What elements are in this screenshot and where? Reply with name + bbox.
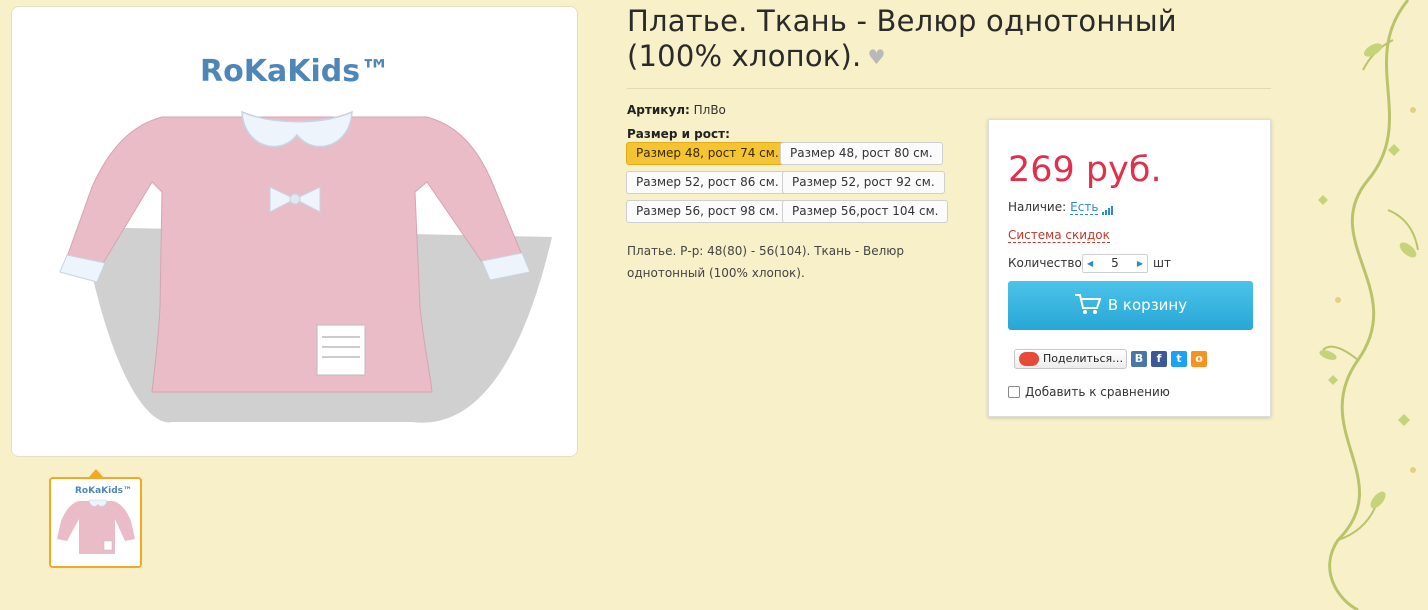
thumbnail-image[interactable]: RoKaKids™ xyxy=(49,477,142,568)
add-to-cart-button[interactable]: В корзину xyxy=(1008,281,1253,330)
share-icon xyxy=(1019,352,1039,366)
brand-logo: RoKaKids™ xyxy=(200,54,390,89)
product-title: Платье. Ткань - Велюр однотонный (100% х… xyxy=(627,4,1267,75)
stock-value[interactable]: Есть xyxy=(1070,200,1099,215)
sku-label: Артикул: xyxy=(627,103,690,117)
product-description: Платье. Р-р: 48(80) - 56(104). Ткань - В… xyxy=(627,244,905,280)
size-option-48-80[interactable]: Размер 48, рост 80 см. xyxy=(780,142,943,165)
increment-icon[interactable]: ▶ xyxy=(1137,255,1143,272)
quantity-value[interactable]: 5 xyxy=(1111,256,1119,270)
compare-checkbox[interactable]: Добавить к сравнению xyxy=(1008,385,1170,399)
share-button[interactable]: Поделиться… xyxy=(1014,349,1127,369)
stock-bars-icon xyxy=(1102,201,1114,215)
facebook-icon[interactable]: f xyxy=(1151,351,1167,367)
size-option-52-92[interactable]: Размер 52, рост 92 см. xyxy=(782,171,945,194)
quantity-label: Количество: xyxy=(1008,256,1086,270)
share-label: Поделиться… xyxy=(1043,352,1124,365)
compare-label: Добавить к сравнению xyxy=(1025,385,1170,399)
sku-value: ПлВо xyxy=(693,103,726,117)
stock-label: Наличие: xyxy=(1008,200,1067,214)
buy-box: 269 руб. Наличие: Есть Система скидок Кол… xyxy=(988,119,1271,417)
twitter-icon[interactable]: t xyxy=(1171,351,1187,367)
cart-icon xyxy=(1074,294,1102,314)
add-to-cart-label: В корзину xyxy=(1107,296,1188,314)
thumbnail-pointer xyxy=(89,469,103,477)
odnoklassniki-icon[interactable]: o xyxy=(1191,351,1207,367)
size-label: Размер и рост: xyxy=(627,127,730,141)
sku: Артикул: ПлВо xyxy=(627,103,726,117)
heart-icon[interactable]: ♥ xyxy=(867,40,885,75)
quantity-stepper[interactable]: ◀ 5 ▶ xyxy=(1082,254,1148,273)
quantity-unit: шт xyxy=(1153,256,1171,270)
checkbox-icon[interactable] xyxy=(1008,386,1020,398)
size-option-56-104[interactable]: Размер 56,рост 104 см. xyxy=(782,200,949,223)
price: 269 руб. xyxy=(1008,150,1162,190)
divider xyxy=(627,88,1271,89)
dress-thumbnail: RoKaKids™ xyxy=(51,479,140,566)
floral-decoration xyxy=(1318,0,1419,610)
decrement-icon[interactable]: ◀ xyxy=(1087,255,1093,272)
discount-system-link[interactable]: Система скидок xyxy=(1008,228,1110,243)
size-option-52-86[interactable]: Размер 52, рост 86 см. xyxy=(626,171,789,194)
product-image[interactable]: RoKaKids™ xyxy=(11,6,578,457)
svg-text:RoKaKids™: RoKaKids™ xyxy=(75,486,132,496)
size-option-56-98[interactable]: Размер 56, рост 98 см. xyxy=(626,200,789,223)
vk-icon[interactable]: В xyxy=(1131,351,1147,367)
size-option-48-74[interactable]: Размер 48, рост 74 см. xyxy=(626,142,789,165)
dress-illustration: RoKaKids™ xyxy=(12,7,577,456)
product-title-text: Платье. Ткань - Велюр однотонный (100% х… xyxy=(627,4,1177,73)
stock-status: Наличие: Есть xyxy=(1008,200,1114,215)
